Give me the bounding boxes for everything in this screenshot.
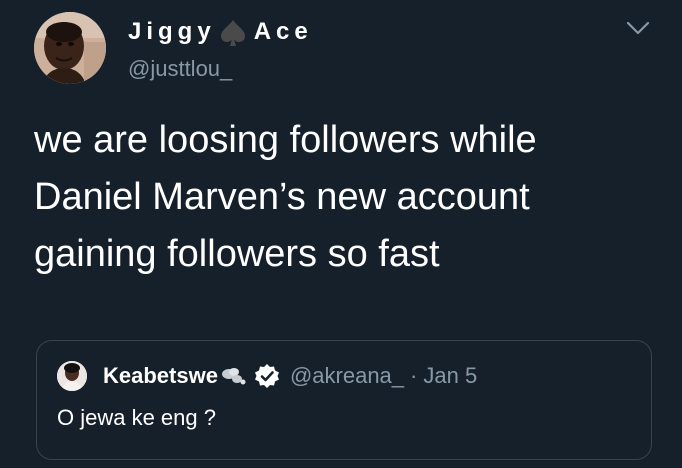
tweet-text: we are loosing followers while Daniel Ma… <box>34 119 537 275</box>
quoted-avatar[interactable] <box>57 361 87 391</box>
separator-dot: · <box>410 363 418 388</box>
quoted-display-name[interactable]: Keabetswe <box>103 363 218 389</box>
quoted-tweet-header: Keabetswe @akreana_ · Jan 5 <box>103 363 477 389</box>
display-name-last: Ace <box>253 18 313 45</box>
avatar[interactable] <box>34 12 106 84</box>
chevron-down-icon[interactable] <box>626 20 650 36</box>
verified-badge-icon <box>254 363 280 389</box>
quoted-tweet-text: O jewa ke eng ? <box>57 405 216 430</box>
tweet: Jiggy Ace @justtlou_ we are loosing foll… <box>0 0 682 468</box>
user-handle[interactable]: @justtlou_ <box>128 56 232 82</box>
black-spade-icon <box>218 18 248 48</box>
quoted-avatar-photo <box>57 361 87 391</box>
display-name[interactable]: Jiggy Ace <box>128 17 313 47</box>
avatar-photo <box>34 12 106 84</box>
quoted-tweet-card[interactable]: Keabetswe @akreana_ · Jan 5 O jewa ke en… <box>36 340 652 460</box>
display-name-first: Jiggy <box>128 18 216 45</box>
quoted-user-handle[interactable]: @akreana_ <box>290 363 404 389</box>
quoted-tweet-date[interactable]: Jan 5 <box>423 363 477 389</box>
dashing-away-icon <box>220 365 246 387</box>
